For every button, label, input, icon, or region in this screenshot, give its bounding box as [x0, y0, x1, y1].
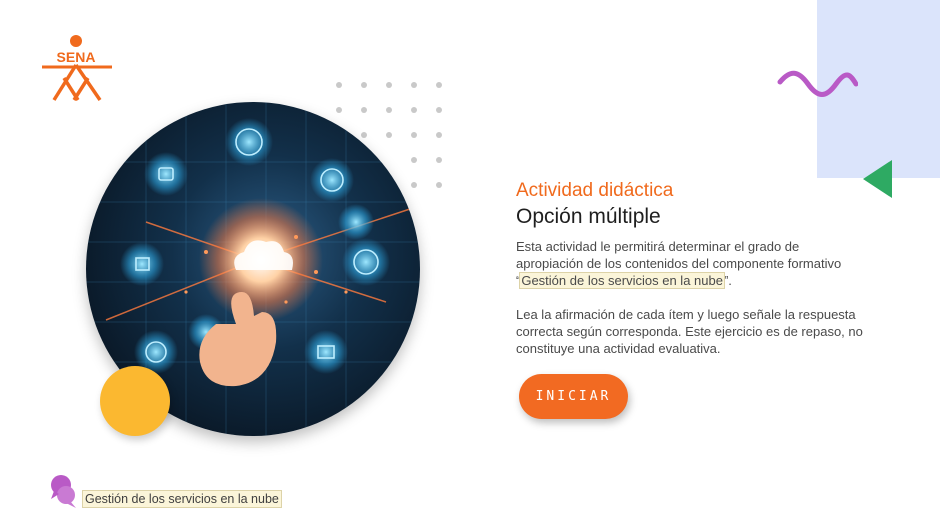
sena-logo-icon: SENA [42, 35, 112, 101]
footer-course-label: Gestión de los servicios en la nube [48, 467, 282, 509]
activity-kicker: Actividad didáctica [516, 180, 674, 201]
svg-text:SENA: SENA [57, 49, 96, 65]
decorative-yellow-circle [100, 366, 170, 436]
start-button[interactable]: INICIAR [519, 374, 628, 419]
activity-description: Esta actividad le permitirá determinar e… [516, 238, 866, 289]
sena-logo: SENA [40, 34, 114, 102]
activity-instructions: Lea la afirmación de cada ítem y luego s… [516, 307, 863, 356]
chat-bubbles-icon [51, 475, 76, 508]
description-end: ”. [723, 273, 732, 288]
purple-squiggle-icon [777, 70, 858, 97]
footer-component-name: Gestión de los servicios en la nube [82, 490, 282, 508]
component-name-highlight: Gestión de los servicios en la nube [519, 272, 725, 289]
activity-title: Opción múltiple [516, 205, 661, 228]
activity-intro: Actividad didáctica Opción múltiple Esta… [516, 178, 866, 357]
